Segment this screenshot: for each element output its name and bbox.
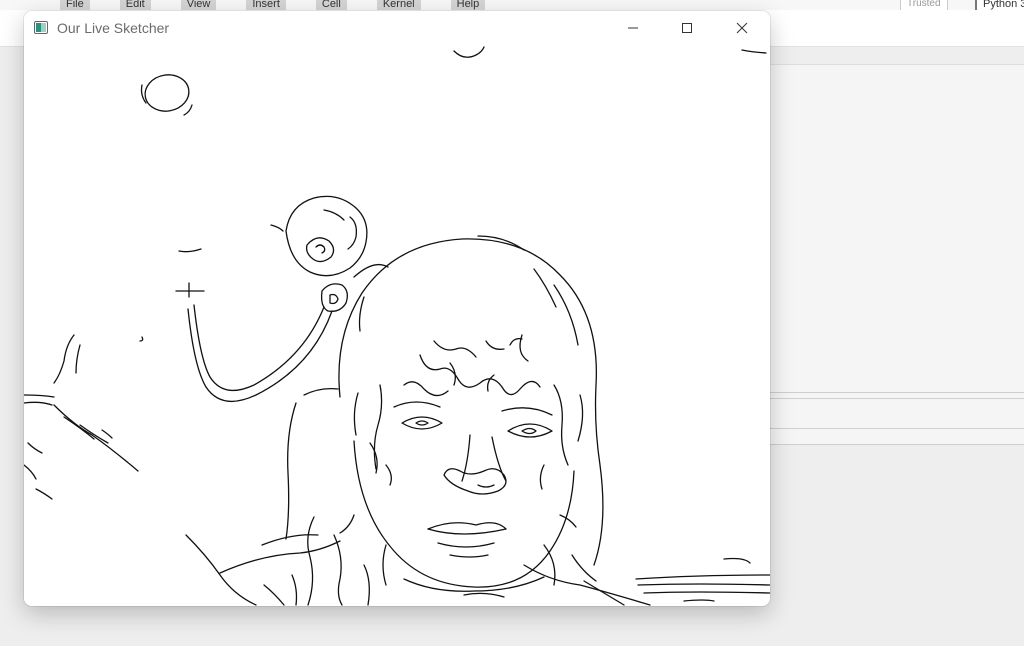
background-divider	[760, 392, 1024, 393]
minimize-icon	[628, 27, 638, 29]
background-divider	[760, 398, 1024, 399]
menu-cell[interactable]: Cell	[315, 0, 347, 10]
minimize-button[interactable]	[610, 11, 656, 45]
close-button[interactable]	[719, 11, 765, 45]
background-divider	[760, 428, 1024, 429]
maximize-button[interactable]	[664, 11, 710, 45]
window-title: Our Live Sketcher	[57, 20, 170, 36]
menu-help[interactable]: Help	[450, 0, 486, 10]
edge-sketch-image	[24, 46, 770, 606]
app-icon	[34, 21, 48, 34]
menu-edit[interactable]: Edit	[119, 0, 151, 10]
close-icon	[736, 22, 748, 34]
menu-file[interactable]: File	[60, 0, 90, 10]
menu-insert[interactable]: Insert	[246, 0, 286, 10]
background-notebook-panel	[760, 64, 1024, 445]
maximize-icon	[682, 23, 692, 33]
window-titlebar[interactable]: Our Live Sketcher	[24, 11, 770, 45]
menu-view[interactable]: View	[180, 0, 217, 10]
background-menu: File Edit View Insert Cell Kernel Help	[60, 0, 515, 10]
kernel-indicator: Python 3	[975, 0, 1024, 10]
menu-kernel[interactable]: Kernel	[376, 0, 421, 10]
sketcher-window[interactable]: Our Live Sketcher	[24, 11, 770, 606]
background-divider	[760, 444, 1024, 445]
background-menubar: File Edit View Insert Cell Kernel Help T…	[0, 0, 1024, 11]
sketch-canvas	[24, 45, 770, 606]
